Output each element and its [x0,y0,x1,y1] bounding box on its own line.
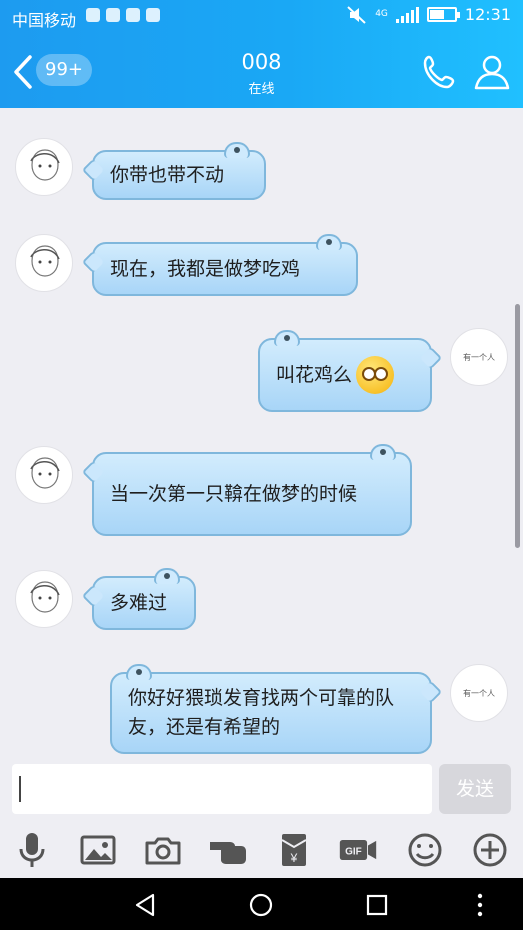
notification-icon [146,8,160,22]
carrier-label: 中国移动 [12,11,77,30]
poke-hand-icon[interactable] [208,830,248,870]
plus-icon[interactable] [470,830,510,870]
notification-icons [86,8,160,22]
clock: 12:31 [464,5,511,24]
gif-label: GIF [345,847,362,858]
gif-icon[interactable]: GIF [338,830,378,870]
message-text: 你带也带不动 [110,163,225,186]
message-bubble[interactable]: 你好好猥琐发育找两个可靠的队友，还是有希望的 [110,664,443,754]
red-envelope-icon[interactable]: ¥ [274,830,314,870]
message-bubble[interactable]: 当一次第一只鞥在做梦的时候 [81,444,412,536]
emoji-icon[interactable] [405,830,445,870]
top-bar: 中国移动 4G 12:31 99+ 008 在线 [0,0,523,108]
text-cursor [19,776,21,802]
my-avatar[interactable]: 有一个人 [450,664,508,722]
phone-icon[interactable] [420,52,460,92]
message-text: 多难过 [110,591,168,614]
camera-icon[interactable] [143,830,183,870]
input-bar: 发送 [0,760,523,818]
nav-home-icon[interactable] [246,890,276,920]
contact-avatar[interactable] [15,446,73,504]
contact-avatar[interactable] [15,234,73,292]
notification-icon [86,8,100,22]
battery-icon [426,7,460,22]
message-bubble[interactable]: 现在，我都是做梦吃鸡 [81,234,358,296]
message-text: 叫花鸡么 [276,363,353,386]
message-bubble[interactable]: 多难过 [81,568,196,630]
notification-icon [126,8,140,22]
android-nav-bar [0,878,523,930]
mute-icon [347,5,366,24]
signal-icon [395,6,419,23]
yuan-label: ¥ [290,851,298,865]
send-button[interactable]: 发送 [439,764,511,814]
message-text: 现在，我都是做梦吃鸡 [110,257,301,280]
contact-avatar[interactable] [15,570,73,628]
message-text: 你好好猥琐发育找两个可靠的队友，还是有希望的 [128,687,395,738]
my-avatar-text: 有一个人 [463,688,495,698]
notification-icon [106,8,120,22]
input-toolbar: ¥ GIF [0,818,523,878]
nav-menu-icon[interactable] [465,890,495,920]
message-bubble[interactable]: 叫花鸡么 [258,330,443,412]
nav-back-icon[interactable] [131,890,161,920]
message-input[interactable] [12,764,432,814]
chat-header: 99+ 008 在线 [0,34,523,108]
my-avatar-text: 有一个人 [463,352,495,362]
scrollbar[interactable] [515,304,520,548]
dazed-face-emoji-icon [356,356,395,394]
microphone-icon[interactable] [12,830,52,870]
status-bar: 中国移动 4G 12:31 [0,0,523,34]
image-icon[interactable] [78,830,118,870]
my-avatar[interactable]: 有一个人 [450,328,508,386]
nav-recents-icon[interactable] [362,890,392,920]
message-bubble[interactable]: 你带也带不动 [81,142,266,200]
message-text: 当一次第一只鞥在做梦的时候 [110,482,358,505]
message-list[interactable]: 你带也带不动 现在，我都是做梦吃鸡 叫花鸡么 有一个人 当一次第一只鞥在做梦的时… [0,108,523,760]
network-type: 4G [375,9,388,19]
profile-icon[interactable] [472,52,512,92]
contact-avatar[interactable] [15,138,73,196]
